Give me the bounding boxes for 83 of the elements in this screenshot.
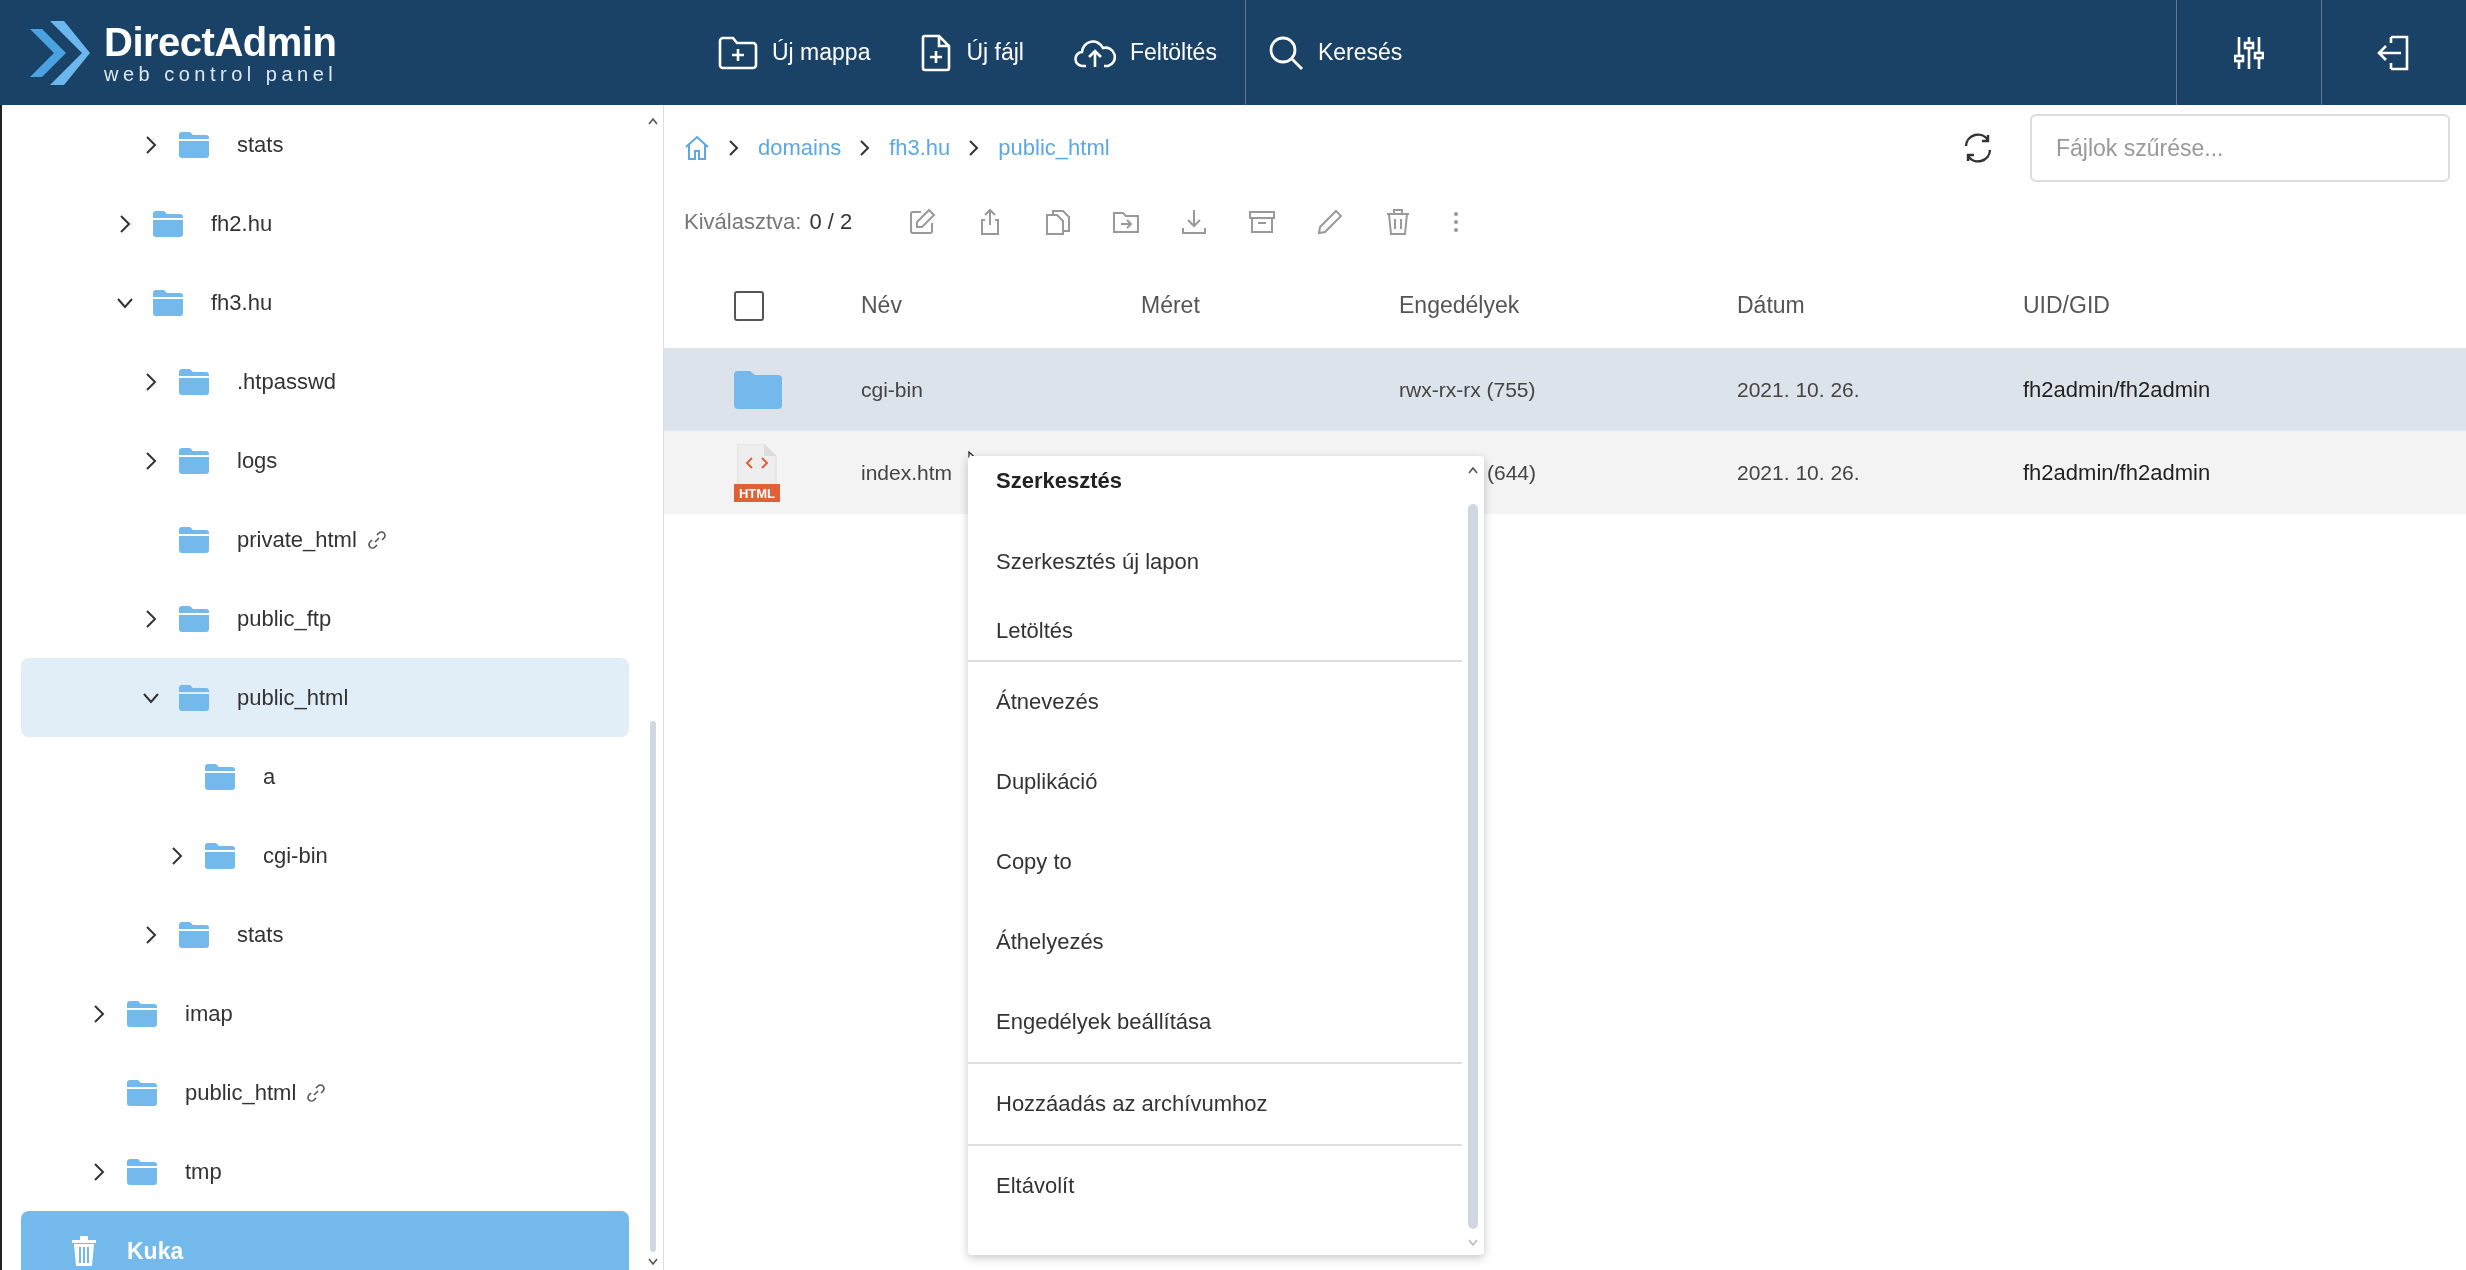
new-file-button[interactable]: Új fájl <box>898 0 1052 105</box>
folder-tree-item[interactable]: public_ftp <box>21 579 629 658</box>
folder-icon <box>179 921 209 948</box>
chevron-right-icon <box>728 139 740 157</box>
folder-tree-item[interactable]: .htpasswd <box>21 342 629 421</box>
select-all-checkbox[interactable] <box>734 290 764 321</box>
archive-icon[interactable] <box>1248 208 1277 236</box>
upload-button[interactable]: Feltöltés <box>1051 0 1245 105</box>
chevron-right-icon <box>968 139 981 157</box>
selection-count: 0 / 2 <box>809 209 853 235</box>
menu-item[interactable]: Áthelyezés <box>968 902 1462 982</box>
scroll-up-icon[interactable] <box>647 117 659 125</box>
logout-icon <box>2377 34 2411 71</box>
folder-icon <box>179 368 209 395</box>
menu-item[interactable]: Engedélyek beállítása <box>968 982 1462 1062</box>
copy-icon[interactable] <box>1044 208 1073 236</box>
folder-tree-item[interactable]: public_html <box>21 658 629 737</box>
scroll-up-icon[interactable] <box>1467 466 1479 474</box>
folder-icon <box>127 1079 157 1106</box>
folder-tree-item[interactable]: tmp <box>21 1132 629 1211</box>
new-folder-button[interactable]: Új mappa <box>696 0 899 105</box>
sliders-icon <box>2234 34 2264 71</box>
column-header[interactable]: Név <box>861 292 1141 319</box>
date-cell: 2021. 10. 26. <box>1737 460 1860 485</box>
search-button[interactable]: Keresés <box>1244 0 1431 105</box>
search-icon <box>1267 34 1304 71</box>
folder-icon <box>179 447 209 474</box>
folder-icon <box>205 763 235 790</box>
column-header[interactable]: Engedélyek <box>1399 292 1737 319</box>
folder-tree-item[interactable]: public_html <box>21 1053 629 1132</box>
file-plus-icon <box>920 33 953 72</box>
home-icon[interactable] <box>684 135 710 161</box>
owner-cell: fh2admin/fh2admin <box>2023 459 2211 486</box>
menu-item[interactable]: Letöltés <box>968 602 1462 660</box>
link-icon <box>306 1082 327 1103</box>
folder-tree-item[interactable]: logs <box>21 421 629 500</box>
chevron-right-icon <box>859 139 872 157</box>
folder-icon <box>153 289 183 316</box>
folder-icon <box>179 605 209 632</box>
menu-item[interactable]: Hozzáadás az archívumhoz <box>968 1062 1462 1144</box>
folder-tree-item[interactable]: private_html <box>21 500 629 579</box>
folder-icon <box>734 370 782 409</box>
menu-item[interactable]: Átnevezés <box>968 660 1462 742</box>
logo-name: DirectAdmin <box>104 20 338 63</box>
selection-label: Kiválasztva: <box>684 209 802 235</box>
column-header[interactable]: Dátum <box>1737 292 2023 319</box>
menu-item[interactable]: Copy to <box>968 822 1462 902</box>
pencil-icon[interactable] <box>1316 208 1345 236</box>
column-header[interactable]: Méret <box>1141 292 1399 319</box>
permissions-cell: rwx-rx-rx (755) <box>1399 377 1536 402</box>
folder-icon <box>127 1000 157 1027</box>
folder-tree-item[interactable]: stats <box>21 895 629 974</box>
file-name: cgi-bin <box>861 377 923 402</box>
scroll-down-icon[interactable] <box>647 1258 659 1266</box>
folder-tree-item[interactable]: cgi-bin <box>21 816 629 895</box>
folder-icon <box>179 684 209 711</box>
logo-tagline: web control panel <box>104 62 338 85</box>
date-cell: 2021. 10. 26. <box>1737 377 1860 402</box>
link-icon <box>366 529 387 550</box>
owner-cell: fh2admin/fh2admin <box>2023 376 2211 403</box>
folder-tree-item[interactable]: a <box>21 737 629 816</box>
folder-icon <box>179 526 209 553</box>
column-header[interactable]: UID/GID <box>2023 292 2466 319</box>
file-name: index.htm <box>861 460 953 485</box>
menu-item[interactable]: Duplikáció <box>968 742 1462 822</box>
refresh-icon[interactable] <box>1962 132 1994 164</box>
folder-tree-item[interactable]: stats <box>21 105 629 184</box>
folder-icon <box>179 131 209 158</box>
folder-tree-item[interactable]: fh2.hu <box>21 184 629 263</box>
edit-icon[interactable] <box>908 208 937 236</box>
folder-tree-item[interactable]: fh3.hu <box>21 263 629 342</box>
file-row[interactable]: cgi-bin rwx-rx-rx (755) 2021. 10. 26. fh2admin/fh2admin <box>664 348 2466 431</box>
filter-field[interactable]: Fájlok szűrése... <box>2030 114 2450 182</box>
folder-icon <box>127 1158 157 1185</box>
folder-icon <box>153 210 183 237</box>
download-icon[interactable] <box>1180 208 1209 236</box>
folder-tree-item[interactable]: imap <box>21 974 629 1053</box>
folder-icon <box>205 842 235 869</box>
trash-icon <box>71 1235 97 1267</box>
folder-plus-icon <box>718 35 758 70</box>
menu-item[interactable]: Szerkesztés új lapon <box>968 522 1462 602</box>
menu-item[interactable]: Eltávolít <box>968 1144 1462 1226</box>
permissions-cell: (644) <box>1487 460 1537 485</box>
